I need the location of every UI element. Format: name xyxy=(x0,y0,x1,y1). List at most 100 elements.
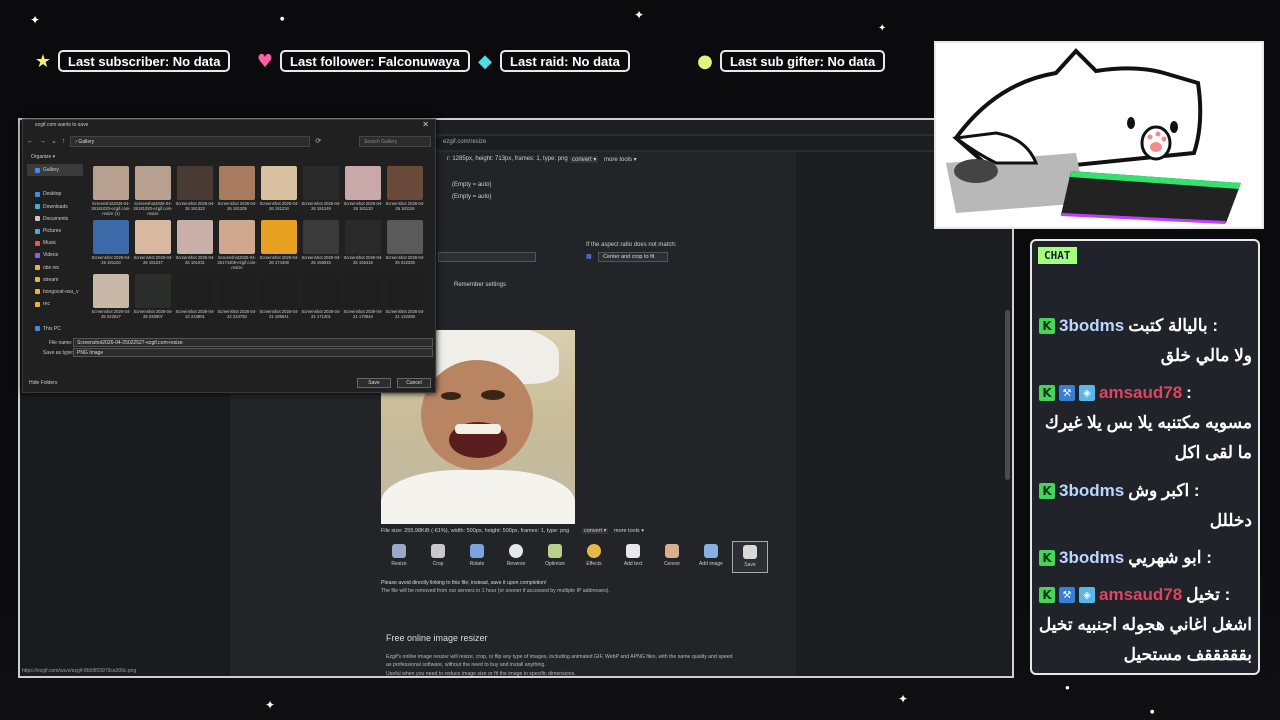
file-thumbnail xyxy=(261,274,297,308)
file-info: File size: 255.98KiB (-61%), width: 500p… xyxy=(381,528,570,534)
file-item[interactable]: Screenshot 2026-04-25 022527 xyxy=(90,274,132,324)
file-item[interactable]: Screenshot 2026-04-26 181234 xyxy=(258,166,300,216)
folder-icon xyxy=(35,301,40,307)
file-name: Screenshot 2026-04-21 171301 xyxy=(301,309,341,319)
sparkle-icon: ✦ xyxy=(878,23,887,34)
chat-text: ابو شهريي : xyxy=(1128,548,1212,567)
sidebar-item[interactable]: Videos xyxy=(27,249,83,261)
file-item[interactable]: Screenshot 2026-04-22 224750 xyxy=(216,274,258,324)
alert-text: Last raid: No data xyxy=(500,50,630,72)
save-type-select[interactable]: PNG Image xyxy=(73,348,433,357)
sidebar-item[interactable]: Gallery xyxy=(27,164,83,177)
tool-save[interactable]: Save xyxy=(732,541,768,573)
organize-button[interactable]: Organize ▾ xyxy=(31,154,55,160)
chevron-down-icon[interactable]: ⌄ xyxy=(51,137,57,145)
alert-text: Last subscriber: No data xyxy=(58,50,231,72)
method-select[interactable] xyxy=(438,252,536,262)
folder-icon xyxy=(35,228,40,234)
tool-crop[interactable]: Crop xyxy=(420,541,456,573)
file-item[interactable]: Screenshot 2026-04-26 174408 xyxy=(258,220,300,270)
sidebar-item[interactable]: rec xyxy=(27,298,83,310)
file-grid: Screenshot2026-04-26181020-ezgif.com-res… xyxy=(90,166,430,324)
file-item[interactable]: Screenshot 2026-04-26 181249 xyxy=(300,166,342,216)
file-item[interactable]: Screenshot 2026-04-25 020907 xyxy=(132,274,174,324)
file-name-field[interactable]: Screenshot2026-04-25022527-ezgif.com-res… xyxy=(73,338,433,347)
sidebar-item[interactable]: bongocat-osu_v xyxy=(27,286,83,298)
chat-line: K 3bodms ابو شهريي : xyxy=(1039,543,1252,573)
file-item[interactable]: Screenshot 2026-04-26 181120 xyxy=(342,166,384,216)
sidebar-item[interactable]: Pictures xyxy=(27,225,83,237)
sparkle-icon: ● xyxy=(280,16,285,22)
file-item[interactable]: Screenshot 2026-04-21 171301 xyxy=(300,274,342,324)
file-item[interactable]: Screenshot 2026-04-25 155915 xyxy=(300,220,342,270)
dialog-title: ezgif.com wants to save xyxy=(35,122,89,128)
back-icon[interactable]: ← xyxy=(27,138,34,145)
remember-settings[interactable]: Remember settings xyxy=(454,282,506,288)
convert-button[interactable]: convert ▾ xyxy=(570,156,599,163)
file-item[interactable]: Screenshot 2026-04-26 181323 xyxy=(174,166,216,216)
tool-optimize[interactable]: Optimize xyxy=(537,541,573,573)
scrollbar[interactable] xyxy=(1005,310,1010,480)
tool-reverse[interactable]: Reverse xyxy=(498,541,534,573)
sidebar-item[interactable]: Downloads xyxy=(27,201,83,213)
image-icon xyxy=(704,544,718,558)
aspect-select[interactable]: Center and crop to fit xyxy=(598,252,668,262)
path-bar[interactable]: › Gallery xyxy=(70,135,311,147)
badge-icon: K xyxy=(1039,483,1055,499)
chat-message: K 3bodms ابو شهريي : xyxy=(1039,543,1252,573)
file-item[interactable]: Screenshot 2026-04-22 234801 xyxy=(174,274,216,324)
file-item[interactable]: Screenshot 2026-04-26 181103 xyxy=(90,220,132,270)
chat-username: amsaud78 xyxy=(1099,585,1183,604)
up-icon[interactable]: ↑ xyxy=(62,138,66,145)
sidebar-item-label: obs rec xyxy=(43,264,60,271)
chat-text: اكبر وش : xyxy=(1128,481,1200,500)
sidebar-item[interactable]: obs rec xyxy=(27,262,83,274)
file-item[interactable]: Screenshot 2026-04-26 181305 xyxy=(216,166,258,216)
cancel-button[interactable]: Cancel xyxy=(397,378,431,388)
file-item[interactable]: Screenshot 2026-04-25 022338 xyxy=(384,220,426,270)
file-item[interactable]: Screenshot 2026-04-21 132258 xyxy=(384,274,426,324)
url-field[interactable]: ezgif.com/resize xyxy=(435,136,945,150)
file-item[interactable]: Screenshot2026-04-26181020-ezgif.com-res… xyxy=(132,166,174,216)
file-name: Screenshot2026-04-26181020-ezgif.com-res… xyxy=(91,201,131,216)
save-button[interactable]: Save xyxy=(357,378,391,388)
forward-icon[interactable]: → xyxy=(39,138,46,145)
refresh-icon[interactable]: ⟳ xyxy=(315,137,321,145)
sidebar-item-label: Music xyxy=(43,240,57,247)
search-input[interactable]: Search Gallery xyxy=(359,135,431,147)
sidebar-item[interactable]: Documents xyxy=(27,213,83,225)
page-right-panel xyxy=(796,152,1012,676)
close-icon[interactable]: ✕ xyxy=(422,120,429,129)
alert-subscriber: ★ Last subscriber: No data xyxy=(34,50,231,72)
file-item[interactable]: Screenshot2026-04-26174408-ezgif.com-res… xyxy=(216,220,258,270)
file-name: Screenshot 2026-04-26 181120 xyxy=(343,201,383,211)
file-item[interactable]: Screenshot2026-04-26181020-ezgif.com-res… xyxy=(90,166,132,216)
file-item[interactable]: Screenshot 2026-04-25 155418 xyxy=(342,220,384,270)
file-name: Screenshot 2026-04-21 185541 xyxy=(259,309,299,319)
tool-rotate[interactable]: Rotate xyxy=(459,541,495,573)
status-url: https://ezgif.com/save/ezgif-8b58f03979c… xyxy=(22,668,137,674)
tool-add-image[interactable]: Add image xyxy=(693,541,729,573)
chat-line: K ⚒ ◈ amsaud78 : xyxy=(1039,378,1252,408)
sidebar-item-label: Pictures xyxy=(43,228,62,235)
file-item[interactable]: Screenshot 2026-04-26 181031 xyxy=(174,220,216,270)
tool-effects[interactable]: Effects xyxy=(576,541,612,573)
sidebar-item[interactable]: This PC xyxy=(27,322,83,334)
file-item[interactable]: Screenshot 2026-04-26 181047 xyxy=(132,220,174,270)
file-item[interactable]: Screenshot 2026-04-21 170944 xyxy=(342,274,384,324)
sidebar-item[interactable]: Music xyxy=(27,237,83,249)
hide-folders-button[interactable]: Hide Folders xyxy=(29,380,57,386)
tool-add-text[interactable]: Add text xyxy=(615,541,651,573)
tool-resize[interactable]: Resize xyxy=(381,541,417,573)
sidebar-item[interactable]: Desktop xyxy=(27,188,83,200)
more-tools-button[interactable]: more tools ▾ xyxy=(604,156,637,163)
file-item[interactable]: Screenshot 2026-04-26 181116 xyxy=(384,166,426,216)
file-item[interactable]: Screenshot 2026-04-21 185541 xyxy=(258,274,300,324)
convert-button[interactable]: convert ▾ xyxy=(582,528,609,534)
more-tools-button[interactable]: more tools ▾ xyxy=(614,528,644,534)
chat-message: K ⚒ ◈ amsaud78 تخيل : اشغل اغاني هجوله ا… xyxy=(1039,580,1252,670)
sidebar-item[interactable]: stream xyxy=(27,274,83,286)
sidebar-item-label: stream xyxy=(43,276,59,283)
tool-censor[interactable]: Censor xyxy=(654,541,690,573)
sidebar-item-label: This PC xyxy=(43,325,61,332)
